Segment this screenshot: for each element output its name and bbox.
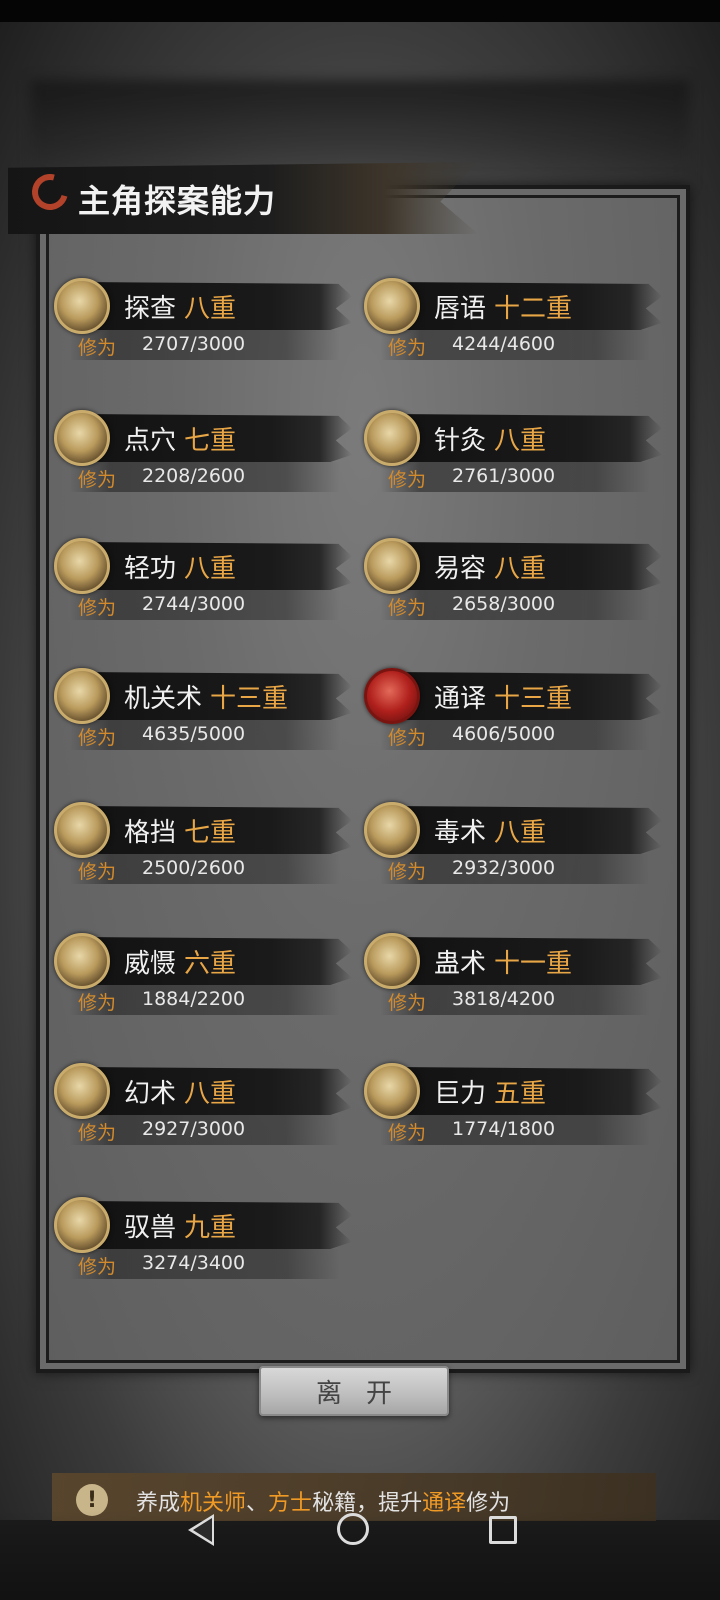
intimidate-icon <box>54 933 110 989</box>
xp-label: 修为 <box>78 1256 117 1278</box>
skill-card[interactable]: 轻功 八重 修为 2744/3000 <box>54 538 354 628</box>
skill-name: 点穴 七重 <box>124 426 237 456</box>
xp-value: 3818/4200 <box>452 988 556 1010</box>
skill-card[interactable]: 点穴 七重 修为 2208/2600 <box>54 410 354 500</box>
skill-card[interactable]: 探查 八重 修为 2707/3000 <box>54 278 354 368</box>
pressure-point-icon <box>54 410 110 466</box>
home-icon[interactable] <box>337 1513 369 1545</box>
skill-card[interactable]: 毒术 八重 修为 2932/3000 <box>364 802 664 892</box>
xp-value: 2658/3000 <box>452 593 556 615</box>
skill-level: 十二重 <box>494 294 573 324</box>
back-icon[interactable] <box>188 1514 214 1546</box>
skill-name: 探查 八重 <box>124 294 237 324</box>
gu-icon <box>364 933 420 989</box>
xp-label: 修为 <box>78 992 117 1014</box>
skill-level: 八重 <box>184 294 237 324</box>
xp-label: 修为 <box>78 597 117 619</box>
skill-level: 八重 <box>494 554 547 584</box>
block-icon <box>54 802 110 858</box>
skill-name: 毒术 八重 <box>434 818 547 848</box>
skill-level: 十三重 <box>494 684 573 714</box>
gear-icon <box>54 668 110 724</box>
leave-button[interactable]: 离开 <box>259 1366 449 1416</box>
xp-value: 4635/5000 <box>142 723 246 745</box>
skill-card[interactable]: 机关术 十三重 修为 4635/5000 <box>54 668 354 758</box>
xp-value: 2932/3000 <box>452 857 556 879</box>
status-bar <box>0 0 720 22</box>
illusion-icon <box>54 1063 110 1119</box>
skill-level: 九重 <box>184 1213 237 1243</box>
skill-card[interactable]: 格挡 七重 修为 2500/2600 <box>54 802 354 892</box>
skill-level: 八重 <box>494 818 547 848</box>
recent-apps-icon[interactable] <box>489 1516 517 1544</box>
xp-label: 修为 <box>78 861 117 883</box>
skill-level: 七重 <box>184 426 237 456</box>
skill-name: 机关术 十三重 <box>124 684 289 714</box>
skill-card[interactable]: 通译 十三重 修为 4606/5000 <box>364 668 664 758</box>
skill-name: 针灸 八重 <box>434 426 547 456</box>
xp-value: 2707/3000 <box>142 333 246 355</box>
xp-label: 修为 <box>388 469 427 491</box>
xp-label: 修为 <box>78 727 117 749</box>
xp-label: 修为 <box>388 1122 427 1144</box>
lightfoot-icon <box>54 538 110 594</box>
skill-card[interactable]: 幻术 八重 修为 2927/3000 <box>54 1063 354 1153</box>
xp-value: 4606/5000 <box>452 723 556 745</box>
skill-level: 五重 <box>494 1079 547 1109</box>
skill-name: 易容 八重 <box>434 554 547 584</box>
skill-level: 八重 <box>184 554 237 584</box>
skill-name: 威慑 六重 <box>124 949 237 979</box>
xp-label: 修为 <box>388 727 427 749</box>
skill-name: 通译 十三重 <box>434 684 573 714</box>
spider-icon <box>364 802 420 858</box>
xp-label: 修为 <box>388 597 427 619</box>
acupuncture-icon <box>364 410 420 466</box>
skill-card[interactable]: 易容 八重 修为 2658/3000 <box>364 538 664 628</box>
skill-card[interactable]: 蛊术 十一重 修为 3818/4200 <box>364 933 664 1023</box>
xp-label: 修为 <box>388 337 427 359</box>
strength-icon <box>364 1063 420 1119</box>
xp-value: 2927/3000 <box>142 1118 246 1140</box>
skill-level: 六重 <box>184 949 237 979</box>
skill-name: 幻术 八重 <box>124 1079 237 1109</box>
xp-value: 2744/3000 <box>142 593 246 615</box>
skill-name: 巨力 五重 <box>434 1079 547 1109</box>
skill-level: 十一重 <box>494 949 573 979</box>
lantern-icon <box>364 668 420 724</box>
skill-name: 格挡 七重 <box>124 818 237 848</box>
xp-value: 1774/1800 <box>452 1118 556 1140</box>
detective-icon <box>54 278 110 334</box>
xp-value: 2500/2600 <box>142 857 246 879</box>
xp-label: 修为 <box>388 992 427 1014</box>
skill-name: 驭兽 九重 <box>124 1213 237 1243</box>
skill-card[interactable]: 驭兽 九重 修为 3274/3400 <box>54 1197 354 1287</box>
skill-level: 十三重 <box>210 684 289 714</box>
page-title: 主角探案能力 <box>78 182 277 220</box>
lips-icon <box>364 278 420 334</box>
skill-level: 八重 <box>494 426 547 456</box>
xp-value: 1884/2200 <box>142 988 246 1010</box>
skill-level: 八重 <box>184 1079 237 1109</box>
xp-value: 2208/2600 <box>142 465 246 487</box>
xp-label: 修为 <box>78 337 117 359</box>
xp-label: 修为 <box>388 861 427 883</box>
xp-value: 4244/4600 <box>452 333 556 355</box>
skill-card[interactable]: 威慑 六重 修为 1884/2200 <box>54 933 354 1023</box>
skill-card[interactable]: 巨力 五重 修为 1774/1800 <box>364 1063 664 1153</box>
xp-value: 2761/3000 <box>452 465 556 487</box>
xp-label: 修为 <box>78 1122 117 1144</box>
skill-name: 唇语 十二重 <box>434 294 573 324</box>
skill-name: 轻功 八重 <box>124 554 237 584</box>
skill-card[interactable]: 针灸 八重 修为 2761/3000 <box>364 410 664 500</box>
skill-level: 七重 <box>184 818 237 848</box>
skill-card[interactable]: 唇语 十二重 修为 4244/4600 <box>364 278 664 368</box>
xp-value: 3274/3400 <box>142 1252 246 1274</box>
disguise-icon <box>364 538 420 594</box>
wolf-icon <box>54 1197 110 1253</box>
xp-label: 修为 <box>78 469 117 491</box>
skill-name: 蛊术 十一重 <box>434 949 573 979</box>
